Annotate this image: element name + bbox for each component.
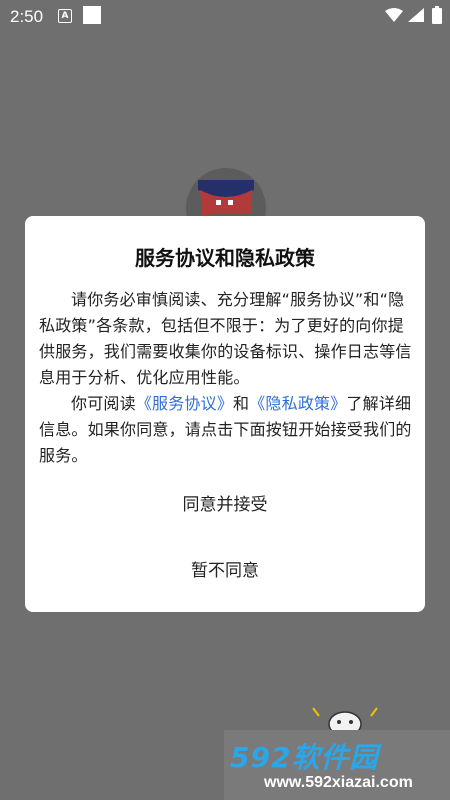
watermark-brand: 592软件园: [230, 741, 379, 774]
privacy-dialog: 服务协议和隐私政策 请你务必审慎阅读、充分理解“服务协议”和“隐私政策”各条款，…: [25, 216, 425, 612]
status-time: 2:50: [10, 7, 44, 26]
p2-prefix: 你可阅读: [71, 394, 136, 413]
dialog-paragraph-2: 你可阅读《服务协议》和《隐私政策》了解详细信息。如果你同意，请点击下面按钮开始接…: [39, 391, 412, 469]
signal-icon: [408, 8, 424, 22]
service-agreement-link[interactable]: 《服务协议》: [136, 394, 233, 413]
accessibility-a-icon: A: [58, 9, 72, 23]
watermark-url: www.592xiazai.com: [264, 774, 413, 791]
agree-button[interactable]: 同意并接受: [25, 483, 425, 527]
p2-and: 和: [233, 394, 250, 413]
watermark: 592软件园 www.592xiazai.com: [224, 730, 450, 800]
dialog-body: 请你务必审慎阅读、充分理解“服务协议”和“隐私政策”各条款，包括但不限于：为了更…: [39, 287, 412, 469]
battery-icon: [432, 6, 442, 24]
status-bar: 2:50 A: [0, 0, 450, 32]
privacy-policy-link[interactable]: 《隐私政策》: [249, 394, 346, 413]
notification-square-icon: [83, 6, 101, 24]
decline-button[interactable]: 暂不同意: [25, 549, 425, 593]
wifi-icon: [385, 8, 403, 22]
dialog-title: 服务协议和隐私政策: [135, 246, 315, 270]
dialog-paragraph-1: 请你务必审慎阅读、充分理解“服务协议”和“隐私政策”各条款，包括但不限于：为了更…: [39, 290, 412, 387]
